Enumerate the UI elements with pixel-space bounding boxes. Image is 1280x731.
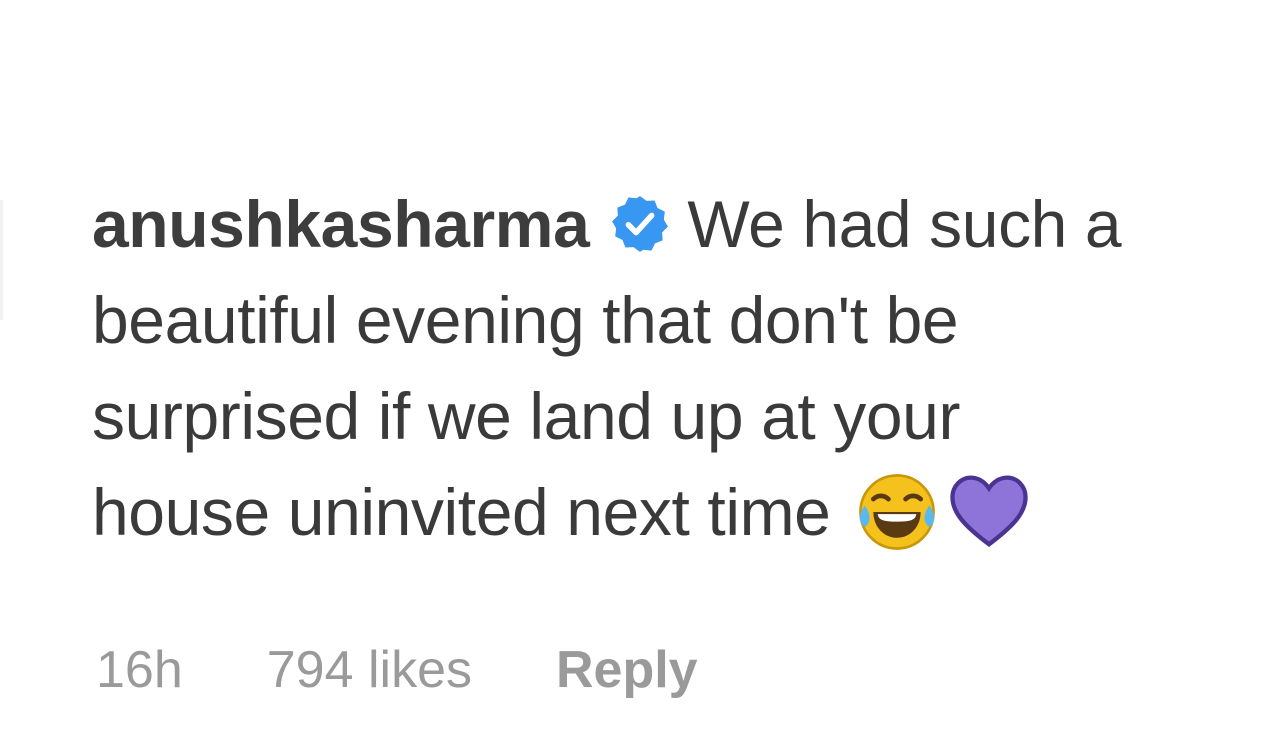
comment: anushkasharma We had such a beautiful ev…: [92, 176, 1242, 560]
comment-text-line1: We had such a: [687, 187, 1122, 261]
comment-text-line2: beautiful evening that don't be: [92, 283, 959, 357]
verified-badge-icon: [609, 193, 671, 255]
comment-body: anushkasharma We had such a beautiful ev…: [92, 176, 1242, 560]
comment-likes-count[interactable]: 794 likes: [267, 641, 472, 699]
comment-text-line3: surprised if we land up at your: [92, 379, 961, 453]
comment-username[interactable]: anushkasharma: [92, 187, 590, 261]
comment-text-line4: house uninvited next time: [92, 475, 831, 549]
comment-timestamp[interactable]: 16h: [96, 641, 183, 699]
left-edge-divider: [0, 200, 3, 320]
reply-button[interactable]: Reply: [556, 641, 698, 699]
comment-meta: 16h 794 likes Reply: [96, 640, 698, 700]
laughing-tears-emoji-icon: [854, 469, 940, 555]
purple-heart-emoji-icon: [946, 469, 1032, 555]
